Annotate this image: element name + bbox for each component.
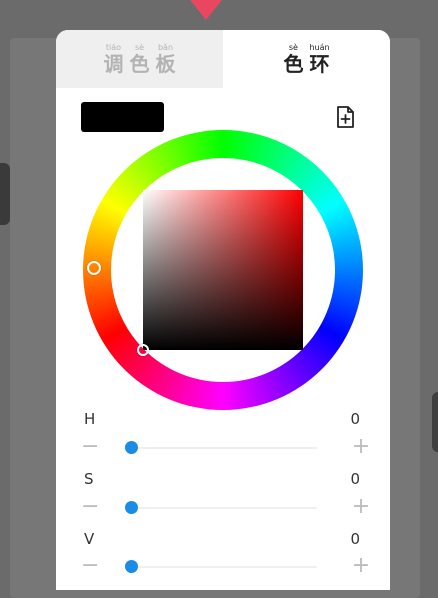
h-slider-row: − +: [81, 436, 371, 458]
popover-pointer: [190, 0, 222, 20]
h-slider-thumb[interactable]: [125, 441, 138, 454]
h-increase-button[interactable]: +: [351, 436, 371, 458]
h-decrease-button[interactable]: −: [81, 436, 101, 458]
s-decrease-button[interactable]: −: [81, 496, 101, 518]
h-label: H: [84, 410, 96, 428]
tab-char: 调: [103, 52, 124, 76]
tab-char: 色: [129, 52, 150, 76]
v-value: 0: [350, 530, 360, 548]
tab-char: 板: [155, 52, 176, 76]
v-decrease-button[interactable]: −: [81, 555, 101, 577]
tab-char: 色: [283, 52, 304, 76]
color-picker-panel: tiáo 调 sè 色 bǎn 板 sè 色 huán 环 H 0 − + S …: [56, 30, 390, 590]
tab-char: 环: [309, 52, 330, 76]
color-wheel[interactable]: [83, 130, 363, 410]
s-slider-track[interactable]: [125, 507, 317, 509]
s-label: S: [84, 470, 94, 488]
h-value: 0: [350, 410, 360, 428]
s-slider-thumb[interactable]: [125, 501, 138, 514]
v-increase-button[interactable]: +: [351, 555, 371, 577]
v-label: V: [84, 530, 95, 548]
add-file-icon[interactable]: [332, 104, 358, 130]
saturation-value-square[interactable]: [143, 190, 303, 350]
s-slider-row: − +: [81, 496, 371, 518]
v-slider-row: − +: [81, 555, 371, 577]
tab-color-wheel[interactable]: sè 色 huán 环: [223, 30, 390, 88]
h-slider-track[interactable]: [125, 447, 317, 449]
s-increase-button[interactable]: +: [351, 496, 371, 518]
v-slider-track[interactable]: [125, 566, 317, 568]
saturation-value-marker[interactable]: [137, 344, 149, 356]
tab-bar: tiáo 调 sè 色 bǎn 板 sè 色 huán 环: [56, 30, 390, 88]
tab-palette[interactable]: tiáo 调 sè 色 bǎn 板: [56, 30, 223, 88]
v-slider-thumb[interactable]: [125, 560, 138, 573]
current-color-swatch[interactable]: [81, 102, 164, 132]
s-value: 0: [350, 470, 360, 488]
right-edge-handle[interactable]: [432, 392, 438, 452]
left-edge-handle[interactable]: [0, 163, 10, 225]
hue-marker[interactable]: [87, 261, 101, 275]
